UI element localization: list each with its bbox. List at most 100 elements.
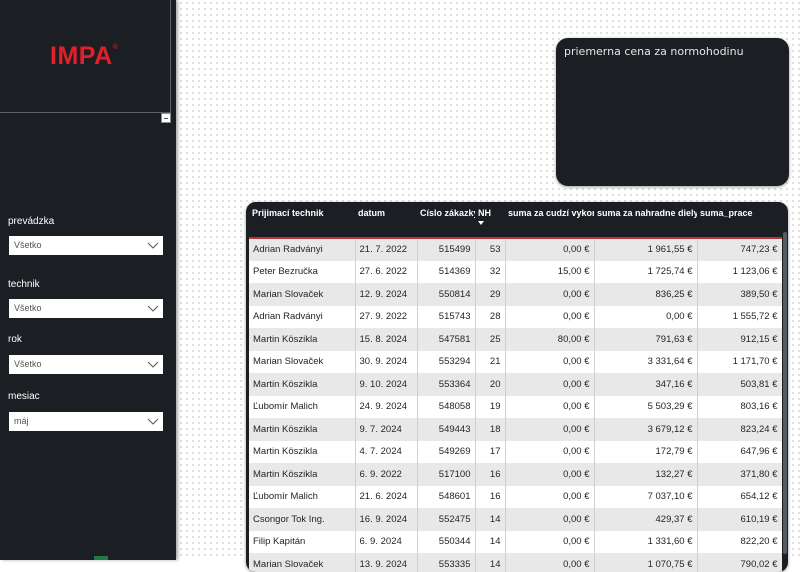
cell-cislo-zakazky: 548058 [417,395,476,418]
cell-nh: 16 [475,485,506,508]
cell-technik: Adrian Radványi [249,305,356,328]
cell-cislo-zakazky: 515499 [417,238,476,261]
rok-value: Všetko [14,359,42,369]
cell-cudzi-vykon: 0,00 € [505,508,595,531]
scrollbar-thumb[interactable] [783,232,787,554]
cell-cudzi-vykon: 0,00 € [505,350,595,373]
col-header-nh[interactable]: NH [475,202,505,239]
collapse-icon[interactable] [161,113,171,123]
cell-cislo-zakazky: 550344 [417,530,476,553]
cell-nahradne-diely: 347,16 € [594,373,698,396]
cell-nahradne-diely: 1 725,74 € [594,260,698,283]
rok-dropdown[interactable]: Všetko [9,355,163,374]
col-header-cislo-zakazky[interactable]: Císlo zákazky [417,202,475,239]
table-row[interactable]: Marian Slovaček 13. 9. 2024 553335 14 0,00 €… [249,553,782,572]
cell-technik: Peter Bezručka [249,260,356,283]
table-row[interactable]: Csongor Tok Ing. 16. 9. 2024 552475 14 0,00 … [249,508,782,531]
chevron-down-icon [147,242,159,249]
table-row[interactable]: Martin Köszikla 6. 9. 2022 517100 16 0,00 €1… [249,463,782,486]
cell-nh: 17 [475,440,506,463]
filter-label-rok: rok [8,334,22,345]
cell-suma-prace: 790,02 € [697,553,782,572]
mesiac-dropdown[interactable]: máj [9,412,163,431]
cell-suma-prace: 647,96 € [697,440,782,463]
cell-technik: Ľubomír Malich [249,395,356,418]
chevron-down-icon [147,418,159,425]
cell-suma-prace: 371,80 € [697,463,782,486]
cell-suma-prace: 912,15 € [697,328,782,351]
average-price-card[interactable]: priemerna cena za normohodinu [556,38,789,186]
cell-suma-prace: 1 123,06 € [697,260,782,283]
table-row[interactable]: Ľubomír Malich 24. 9. 2024 548058 19 0,00 €5… [249,395,782,418]
table-row[interactable]: Marian Slovaček 12. 9. 2024 550814 29 0,00 €… [249,283,782,306]
table-row[interactable]: Marian Slovaček 30. 9. 2024 553294 21 0,00 €… [249,350,782,373]
cell-nh: 20 [475,373,506,396]
table-row[interactable]: Martin Köszikla 15. 8. 2024 547581 25 80,00 … [249,328,782,351]
cell-cislo-zakazky: 517100 [417,463,476,486]
cell-datum: 24. 9. 2024 [355,395,418,418]
cell-cudzi-vykon: 0,00 € [505,373,595,396]
cell-nahradne-diely: 132,27 € [594,463,698,486]
table-header-row: Prijimací technik datum Císlo zákazky NH… [249,202,782,239]
impa-logo: IMPA® [50,42,119,70]
table-row[interactable]: Peter Bezručka 27. 6. 2022 514369 32 15,00 €… [249,260,782,283]
cell-technik: Filip Kapitán [249,530,356,553]
cell-datum: 21. 7. 2022 [355,238,418,261]
cell-cudzi-vykon: 0,00 € [505,238,595,261]
cell-cislo-zakazky: 547581 [417,328,476,351]
cell-cislo-zakazky: 553335 [417,553,476,572]
cell-suma-prace: 610,19 € [697,508,782,531]
cell-cudzi-vykon: 80,00 € [505,328,595,351]
cell-nh: 14 [475,508,506,531]
table-row[interactable]: Martin Köszikla 4. 7. 2024 549269 17 0,00 €1… [249,440,782,463]
cell-cudzi-vykon: 0,00 € [505,418,595,441]
table-row[interactable]: Adrian Radványi 21. 7. 2022 515499 53 0,00 €… [249,238,782,261]
cell-nh: 16 [475,463,506,486]
cell-technik: Marian Slovaček [249,283,356,306]
cell-datum: 9. 7. 2024 [355,418,418,441]
cell-technik: Marian Slovaček [249,350,356,373]
cell-suma-prace: 1 555,72 € [697,305,782,328]
cell-nahradne-diely: 1 331,60 € [594,530,698,553]
table-row[interactable]: Martin Köszikla 9. 10. 2024 553364 20 0,00 €… [249,373,782,396]
table-scrollbar[interactable] [782,202,788,572]
cell-nh: 28 [475,305,506,328]
cell-nahradne-diely: 5 503,29 € [594,395,698,418]
table-row[interactable]: Filip Kapitán 6. 9. 2024 550344 14 0,00 €1 3… [249,530,782,553]
cell-cudzi-vykon: 15,00 € [505,260,595,283]
average-price-title: priemerna cena za normohodinu [564,45,744,58]
prevadzka-dropdown[interactable]: Všetko [9,236,163,255]
table-row[interactable]: Adrian Radványi 27. 9. 2022 515743 28 0,00 €… [249,305,782,328]
col-header-technik[interactable]: Prijimací technik [249,202,355,239]
col-header-suma-prace[interactable]: suma_prace [697,202,782,239]
sort-desc-icon [478,221,484,225]
cell-nahradne-diely: 7 037,10 € [594,485,698,508]
table-row[interactable]: Ľubomír Malich 21. 6. 2024 548601 16 0,00 €7… [249,485,782,508]
cell-nahradne-diely: 3 331,64 € [594,350,698,373]
cell-datum: 13. 9. 2024 [355,553,418,572]
cell-cudzi-vykon: 0,00 € [505,463,595,486]
orders-table: Prijimací technik datum Císlo zákazky NH… [249,202,782,572]
cell-nahradne-diely: 791,63 € [594,328,698,351]
cell-nahradne-diely: 429,37 € [594,508,698,531]
cell-datum: 15. 8. 2024 [355,328,418,351]
cell-cudzi-vykon: 0,00 € [505,485,595,508]
cell-nahradne-diely: 1 070,75 € [594,553,698,572]
cell-suma-prace: 823,24 € [697,418,782,441]
col-header-datum[interactable]: datum [355,202,417,239]
col-header-nahradne-diely[interactable]: suma za nahradne diely [594,202,697,239]
cell-nh: 29 [475,283,506,306]
cell-technik: Martin Köszikla [249,463,356,486]
table-row[interactable]: Martin Köszikla 9. 7. 2024 549443 18 0,00 €3… [249,418,782,441]
technik-dropdown[interactable]: Všetko [9,299,163,318]
col-header-cudzi-vykon[interactable]: suma za cudzí vykon [505,202,594,239]
cell-technik: Adrian Radványi [249,238,356,261]
cell-suma-prace: 803,16 € [697,395,782,418]
cell-nh: 14 [475,553,506,572]
cell-nh: 32 [475,260,506,283]
table-body: Adrian Radványi 21. 7. 2022 515499 53 0,00 €… [249,238,782,572]
chevron-down-icon [147,305,159,312]
cell-datum: 12. 9. 2024 [355,283,418,306]
cell-nahradne-diely: 1 961,55 € [594,238,698,261]
cell-technik: Martin Köszikla [249,440,356,463]
